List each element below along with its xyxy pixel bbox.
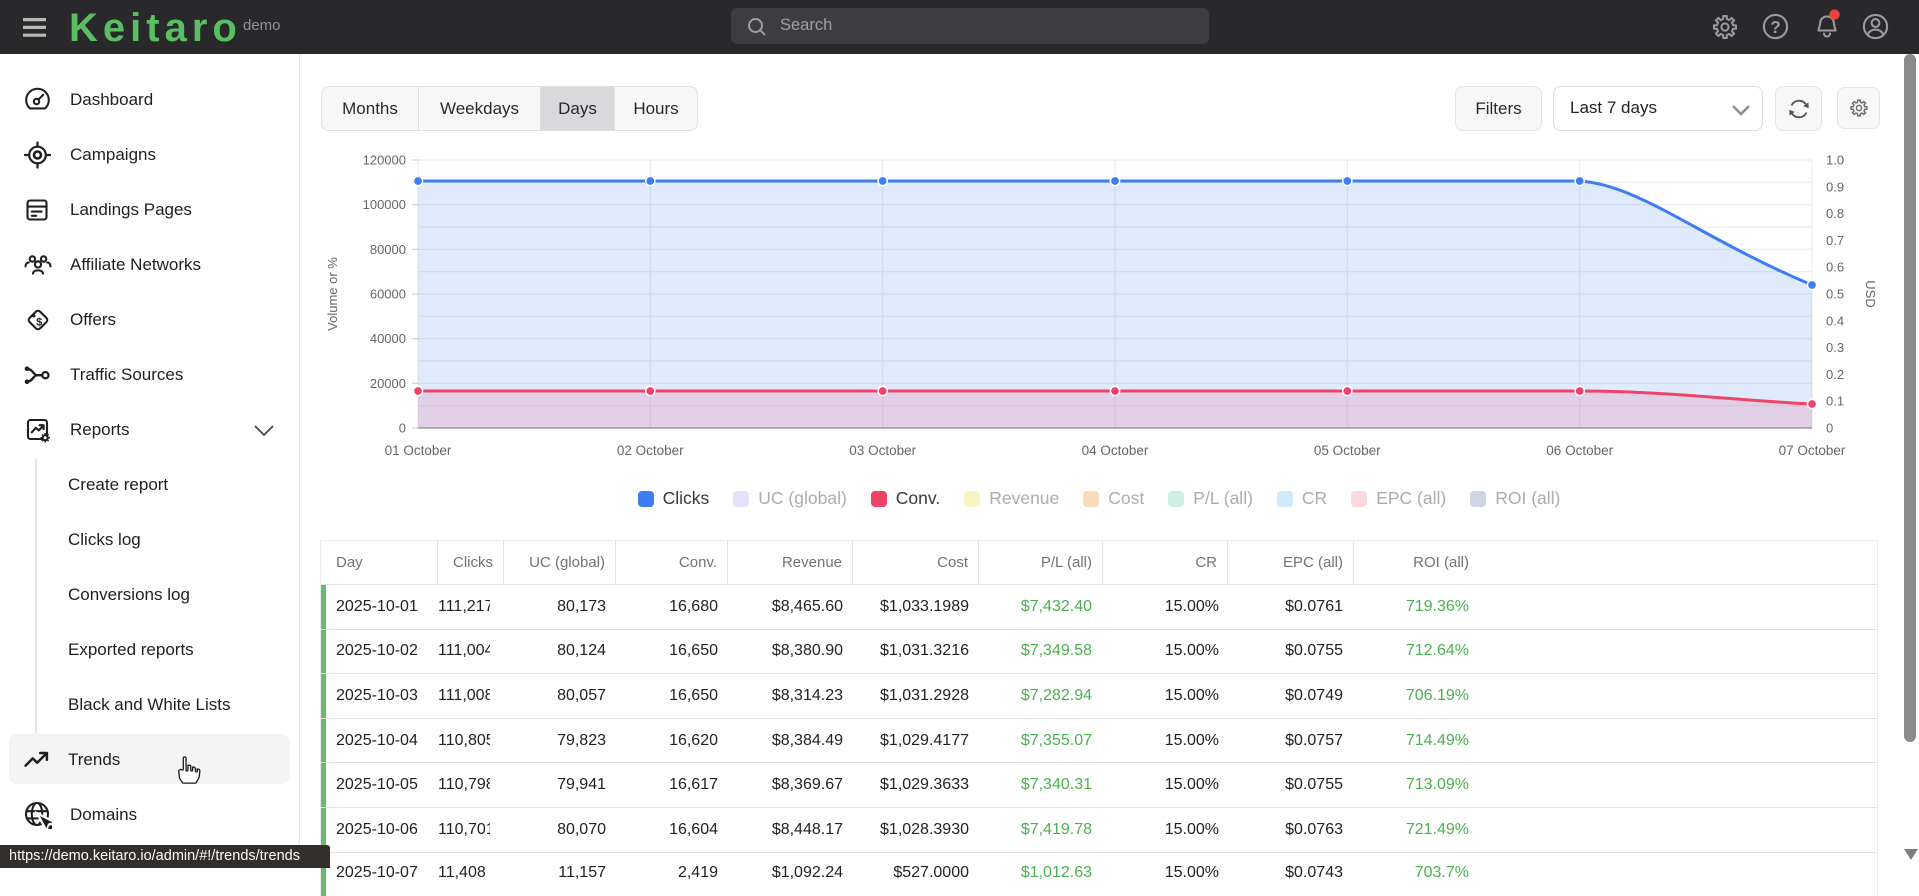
svg-text:100000: 100000 (363, 197, 406, 212)
svg-text:120000: 120000 (363, 153, 406, 168)
svg-text:0.6: 0.6 (1826, 260, 1844, 275)
svg-text:0.8: 0.8 (1826, 206, 1844, 221)
svg-text:0.1: 0.1 (1826, 394, 1844, 409)
svg-text:0.2: 0.2 (1826, 367, 1844, 382)
svg-text:0.5: 0.5 (1826, 287, 1844, 302)
svg-text:0.3: 0.3 (1826, 340, 1844, 355)
svg-text:07 October: 07 October (1779, 443, 1846, 458)
svg-text:0.4: 0.4 (1826, 313, 1844, 328)
svg-text:06 October: 06 October (1546, 443, 1613, 458)
svg-text:01 October: 01 October (385, 443, 452, 458)
svg-text:80000: 80000 (370, 242, 406, 257)
svg-text:03 October: 03 October (849, 443, 916, 458)
svg-text:USD: USD (1863, 280, 1878, 307)
svg-text:1.0: 1.0 (1826, 153, 1844, 168)
svg-text:02 October: 02 October (617, 443, 684, 458)
svg-text:40000: 40000 (370, 331, 406, 346)
svg-text:0: 0 (1826, 421, 1833, 436)
svg-text:0: 0 (399, 421, 406, 436)
svg-text:$: $ (36, 316, 42, 328)
svg-text:04 October: 04 October (1082, 443, 1149, 458)
svg-text:0.9: 0.9 (1826, 179, 1844, 194)
svg-text:60000: 60000 (370, 287, 406, 302)
svg-text:Volume or %: Volume or % (325, 257, 340, 331)
svg-text:20000: 20000 (370, 376, 406, 391)
svg-text:0.7: 0.7 (1826, 233, 1844, 248)
svg-text:?: ? (1770, 17, 1781, 37)
svg-text:05 October: 05 October (1314, 443, 1381, 458)
